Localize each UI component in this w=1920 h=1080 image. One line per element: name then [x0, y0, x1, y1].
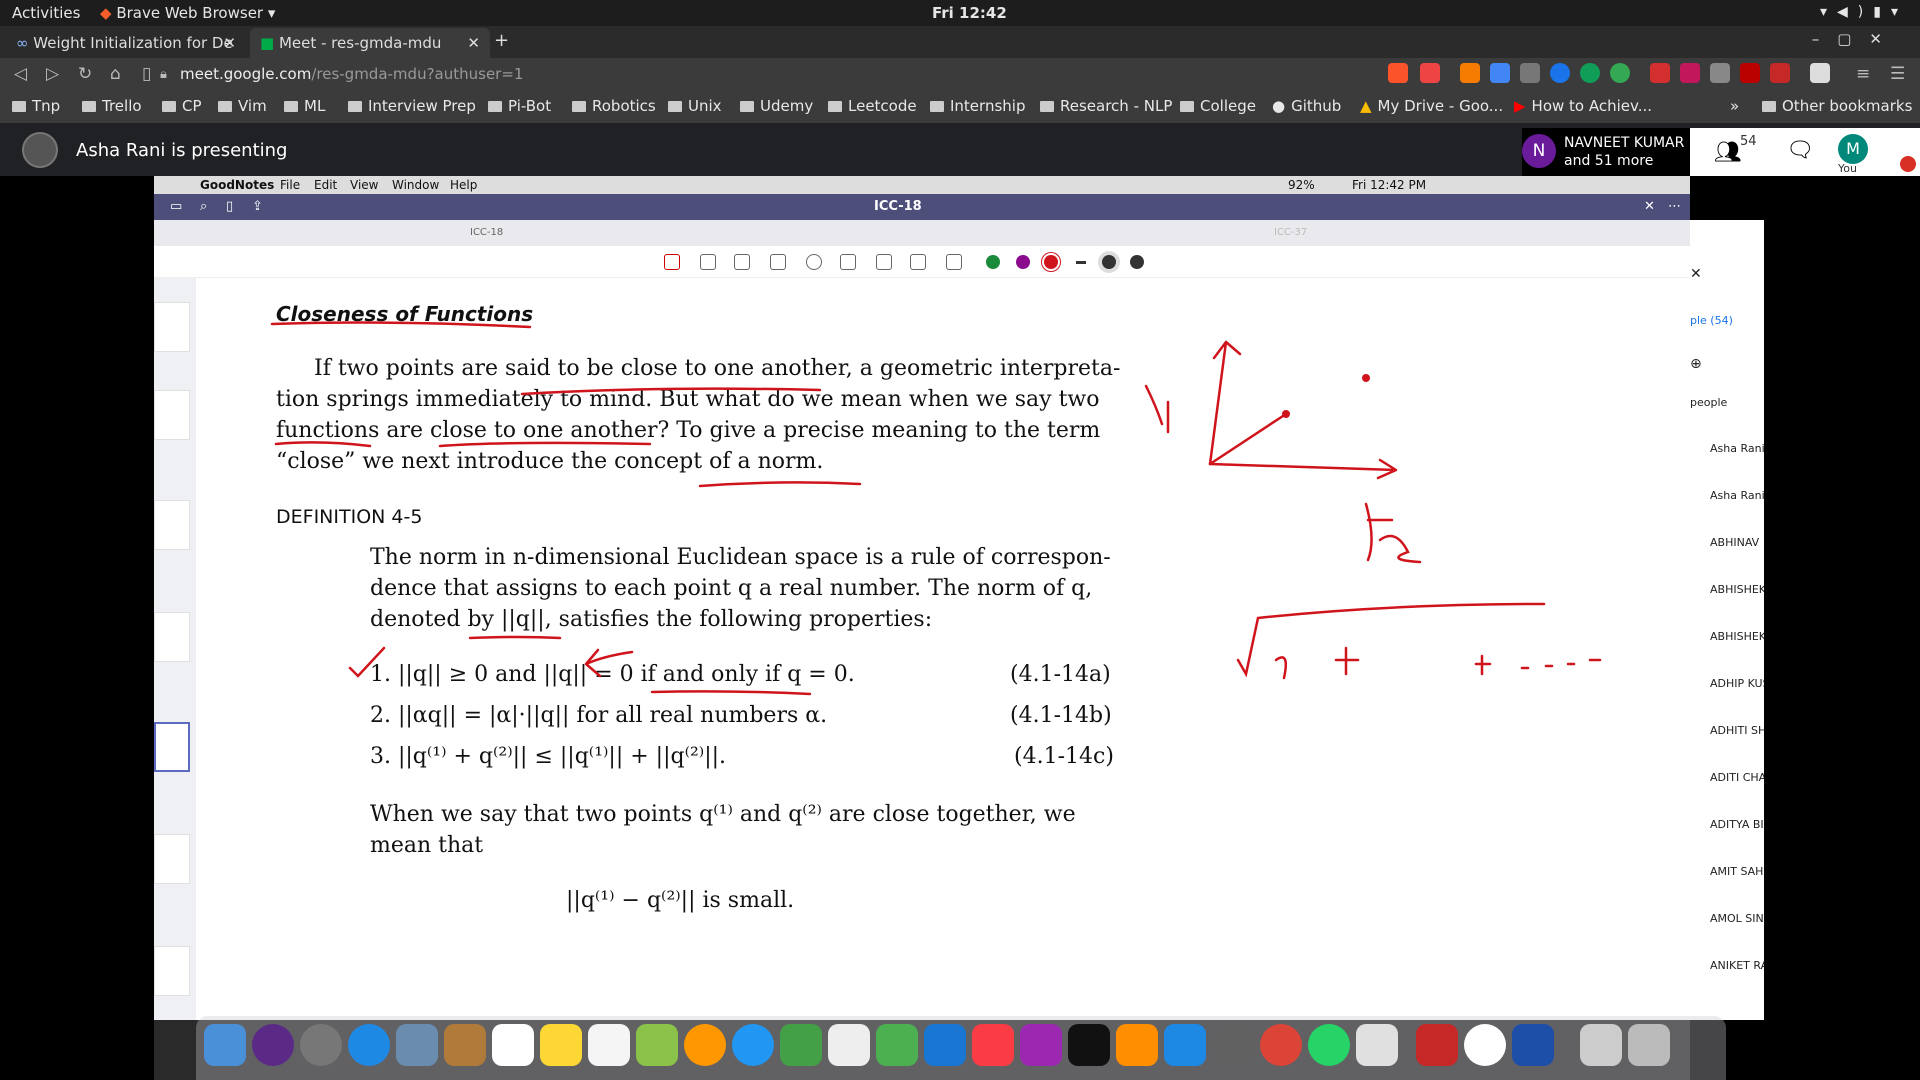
webex-icon — [1464, 1024, 1506, 1066]
participant-count: 54 — [1740, 134, 1757, 149]
media-icon[interactable] — [1810, 63, 1830, 83]
mic-off-icon — [1900, 156, 1916, 172]
participants-panel: ✕ ple (54) ⊕ people Asha Rani ( Asha Ran… — [1690, 220, 1764, 1020]
extension-icon[interactable] — [1710, 63, 1730, 83]
participant-name: ABHISHEK — [1710, 630, 1764, 643]
podcasts-icon — [1020, 1024, 1062, 1066]
app-store-icon — [1164, 1024, 1206, 1066]
underline — [274, 441, 372, 448]
arrow-mark — [584, 648, 634, 678]
participant-name: Asha Rani ( — [1710, 489, 1764, 502]
people-count: ple (54) — [1690, 314, 1733, 327]
underline — [468, 635, 562, 640]
playlist-icon[interactable]: ≡ — [1856, 64, 1870, 84]
chrome-icon — [1260, 1024, 1302, 1066]
acrobat-icon — [1416, 1024, 1458, 1066]
system-tray[interactable]: ▾◀)▮▾ — [1820, 4, 1908, 20]
photos-icon — [684, 1024, 726, 1066]
close-panel-icon[interactable]: ✕ — [1690, 266, 1702, 282]
ellipsis-dashes — [1520, 658, 1602, 670]
window-controls[interactable]: –▢✕ — [1812, 30, 1900, 48]
numbers-icon — [876, 1024, 918, 1066]
reminders-icon — [588, 1024, 630, 1066]
handwritten-annotations — [270, 321, 1602, 696]
meet-controls: 👥︎ 54 🗨︎ M You — [1690, 128, 1920, 176]
heading-underline — [270, 321, 532, 329]
calendar-icon — [492, 1024, 534, 1066]
menu-icon[interactable]: ☰ — [1890, 64, 1905, 84]
axis-x — [1208, 458, 1398, 480]
mac-dock — [196, 1016, 1726, 1080]
pages-icon — [828, 1024, 870, 1066]
underline — [650, 690, 812, 696]
music-icon — [972, 1024, 1014, 1066]
participant-name: ADHIP KUS — [1710, 677, 1764, 690]
goodnotes-icon — [1356, 1024, 1398, 1066]
participant-name: AMOL SING — [1710, 912, 1764, 925]
axis-y — [1208, 340, 1242, 466]
add-people-icon[interactable]: ⊕ — [1690, 356, 1702, 372]
underline — [438, 441, 652, 448]
participant-name: ABHINAV — [1710, 536, 1760, 549]
bookmarks-overflow-icon[interactable]: » — [1730, 97, 1739, 115]
hand-q1 — [1144, 384, 1170, 434]
messages-icon — [732, 1024, 774, 1066]
tv-icon — [1068, 1024, 1110, 1066]
keynote-icon — [924, 1024, 966, 1066]
extension-icon[interactable] — [1740, 63, 1760, 83]
downloads-icon — [1580, 1024, 1622, 1066]
finder-icon — [204, 1024, 246, 1066]
safari-icon — [348, 1024, 390, 1066]
participant-name: ADITI CHAV — [1710, 771, 1764, 784]
chat-icon[interactable]: 🗨︎ — [1786, 138, 1814, 163]
word-icon — [1512, 1024, 1554, 1066]
folder-icon — [1762, 101, 1776, 112]
siri-icon — [252, 1024, 294, 1066]
underline — [698, 481, 862, 488]
participant-name: Asha Rani ( — [1710, 442, 1764, 455]
maps-icon — [636, 1024, 678, 1066]
sqrt-sign — [1236, 602, 1546, 678]
participant-name: AMIT SAHU — [1710, 865, 1764, 878]
point — [1362, 374, 1370, 382]
trash-icon — [1628, 1024, 1670, 1066]
hand-f2 — [1364, 502, 1422, 564]
calendar-icon[interactable] — [1770, 63, 1790, 83]
other-bookmarks[interactable]: Other bookmarks — [1762, 97, 1912, 115]
contacts-icon — [444, 1024, 486, 1066]
launchpad-icon — [300, 1024, 342, 1066]
participant-name: ADHITI SHA — [1710, 724, 1764, 737]
preview-icon — [396, 1024, 438, 1066]
whatsapp-icon — [1308, 1024, 1350, 1066]
people-icon[interactable]: 👥︎ — [1714, 140, 1742, 165]
people-label: people — [1690, 396, 1728, 409]
facetime-icon — [780, 1024, 822, 1066]
notes-icon — [540, 1024, 582, 1066]
vector — [1208, 412, 1288, 466]
self-avatar[interactable]: M — [1838, 134, 1868, 164]
you-label: You — [1838, 162, 1857, 175]
checkmark — [348, 646, 386, 678]
underline — [520, 387, 822, 396]
books-icon — [1116, 1024, 1158, 1066]
hand-formula — [1274, 646, 1492, 680]
system-preferences-icon — [1212, 1024, 1254, 1066]
participant-name: ANIKET RA — [1710, 959, 1764, 972]
participant-name: ABHISHEK — [1710, 583, 1764, 596]
point — [1282, 410, 1290, 418]
participant-name: ADITYA BIS — [1710, 818, 1764, 831]
